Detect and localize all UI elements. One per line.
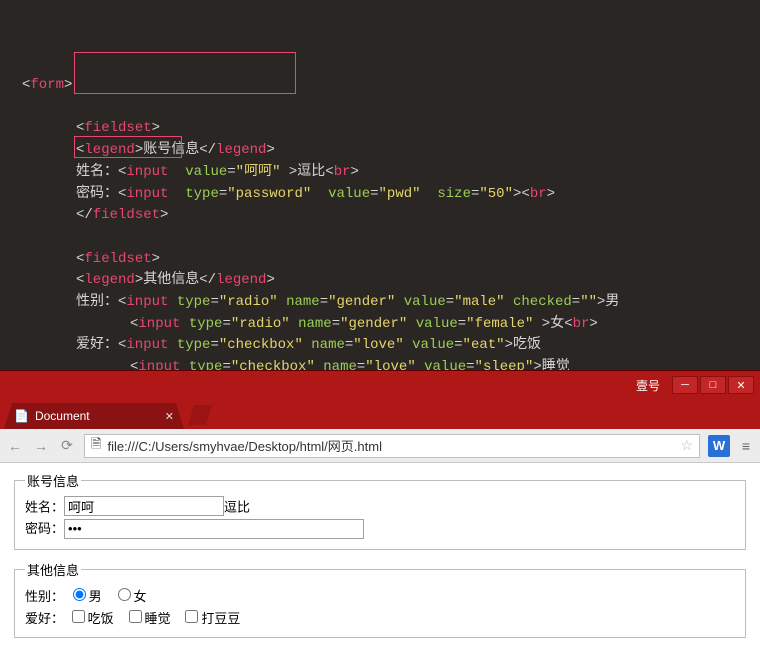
legend-account: 账号信息: [25, 471, 81, 490]
name-input[interactable]: [64, 496, 224, 516]
code-line: 姓名：<input value="呵呵" >逗比<br>: [22, 162, 359, 184]
hobby-sleep-text: 睡觉: [145, 611, 171, 626]
code-line: <fieldset>: [22, 249, 160, 271]
gender-male-text: 男: [89, 589, 102, 604]
menu-icon[interactable]: ≡: [738, 438, 754, 454]
gender-female-text: 女: [134, 589, 147, 604]
reload-icon[interactable]: ⟳: [58, 437, 76, 454]
maximize-button[interactable]: □: [700, 376, 726, 394]
extension-icon[interactable]: W: [708, 435, 730, 457]
rendered-page: 账号信息 姓名： 逗比 密码： 其他信息 性别： 男 女 爱好： 吃饭 睡觉: [0, 463, 760, 656]
fieldset-account: 账号信息 姓名： 逗比 密码：: [14, 471, 746, 550]
gender-male-radio[interactable]: [73, 588, 86, 601]
gender-label: 性别：: [25, 589, 64, 604]
fieldset-other: 其他信息 性别： 男 女 爱好： 吃饭 睡觉 打豆豆: [14, 560, 746, 638]
code-editor[interactable]: <form> <fieldset> <legend>账号信息</legend> …: [0, 0, 760, 370]
file-icon: 📄: [14, 409, 29, 423]
address-bar[interactable]: 🗎 file:///C:/Users/smyhvae/Desktop/html/…: [84, 434, 700, 458]
code-line: <legend>其他信息</legend>: [22, 270, 275, 292]
close-button[interactable]: ✕: [728, 376, 754, 394]
name-label: 姓名：: [25, 500, 64, 515]
back-icon[interactable]: ←: [6, 438, 24, 454]
hobby-bat-text: 打豆豆: [201, 611, 240, 626]
browser-toolbar: ← → ⟳ 🗎 file:///C:/Users/smyhvae/Desktop…: [0, 429, 760, 463]
code-line: <input type="checkbox" name="love" value…: [22, 357, 570, 370]
code-line: <legend>账号信息</legend>: [22, 140, 275, 162]
highlight-box-1: [74, 52, 296, 94]
gender-female-radio[interactable]: [118, 588, 131, 601]
bookmark-icon[interactable]: ☆: [680, 437, 693, 454]
new-tab-button[interactable]: [188, 405, 212, 425]
hobby-label: 爱好：: [25, 611, 64, 626]
code-line: <input type="radio" name="gender" value=…: [22, 314, 598, 336]
hobby-eat-text: 吃饭: [88, 611, 114, 626]
code-line: <form>: [22, 77, 72, 93]
code-line: </fieldset>: [22, 205, 168, 227]
legend-other: 其他信息: [25, 560, 81, 579]
code-line: 密码：<input type="password" value="pwd" si…: [22, 184, 555, 206]
browser-tab[interactable]: 📄 Document ✕: [4, 403, 184, 429]
forward-icon[interactable]: →: [32, 438, 50, 454]
password-label: 密码：: [25, 521, 64, 536]
browser-window: 壹号 ─ □ ✕ 📄 Document ✕ ← → ⟳ 🗎 file:///C:…: [0, 370, 760, 656]
code-line: <fieldset>: [22, 118, 160, 140]
name-suffix: 逗比: [224, 500, 250, 515]
hobby-bat-checkbox[interactable]: [185, 610, 198, 623]
hobby-eat-checkbox[interactable]: [72, 610, 85, 623]
tab-close-icon[interactable]: ✕: [165, 410, 174, 423]
window-titlebar: 壹号 ─ □ ✕: [0, 371, 760, 399]
url-text: file:///C:/Users/smyhvae/Desktop/html/网页…: [107, 436, 382, 455]
password-input[interactable]: [64, 519, 364, 539]
code-line: 性别：<input type="radio" name="gender" val…: [22, 292, 619, 314]
file-icon: 🗎: [91, 435, 101, 457]
window-badge: 壹号: [636, 377, 660, 394]
hobby-sleep-checkbox[interactable]: [129, 610, 142, 623]
code-line: 爱好：<input type="checkbox" name="love" va…: [22, 335, 541, 357]
tab-strip: 📄 Document ✕: [0, 399, 760, 429]
minimize-button[interactable]: ─: [672, 376, 698, 394]
tab-title: Document: [35, 409, 90, 423]
